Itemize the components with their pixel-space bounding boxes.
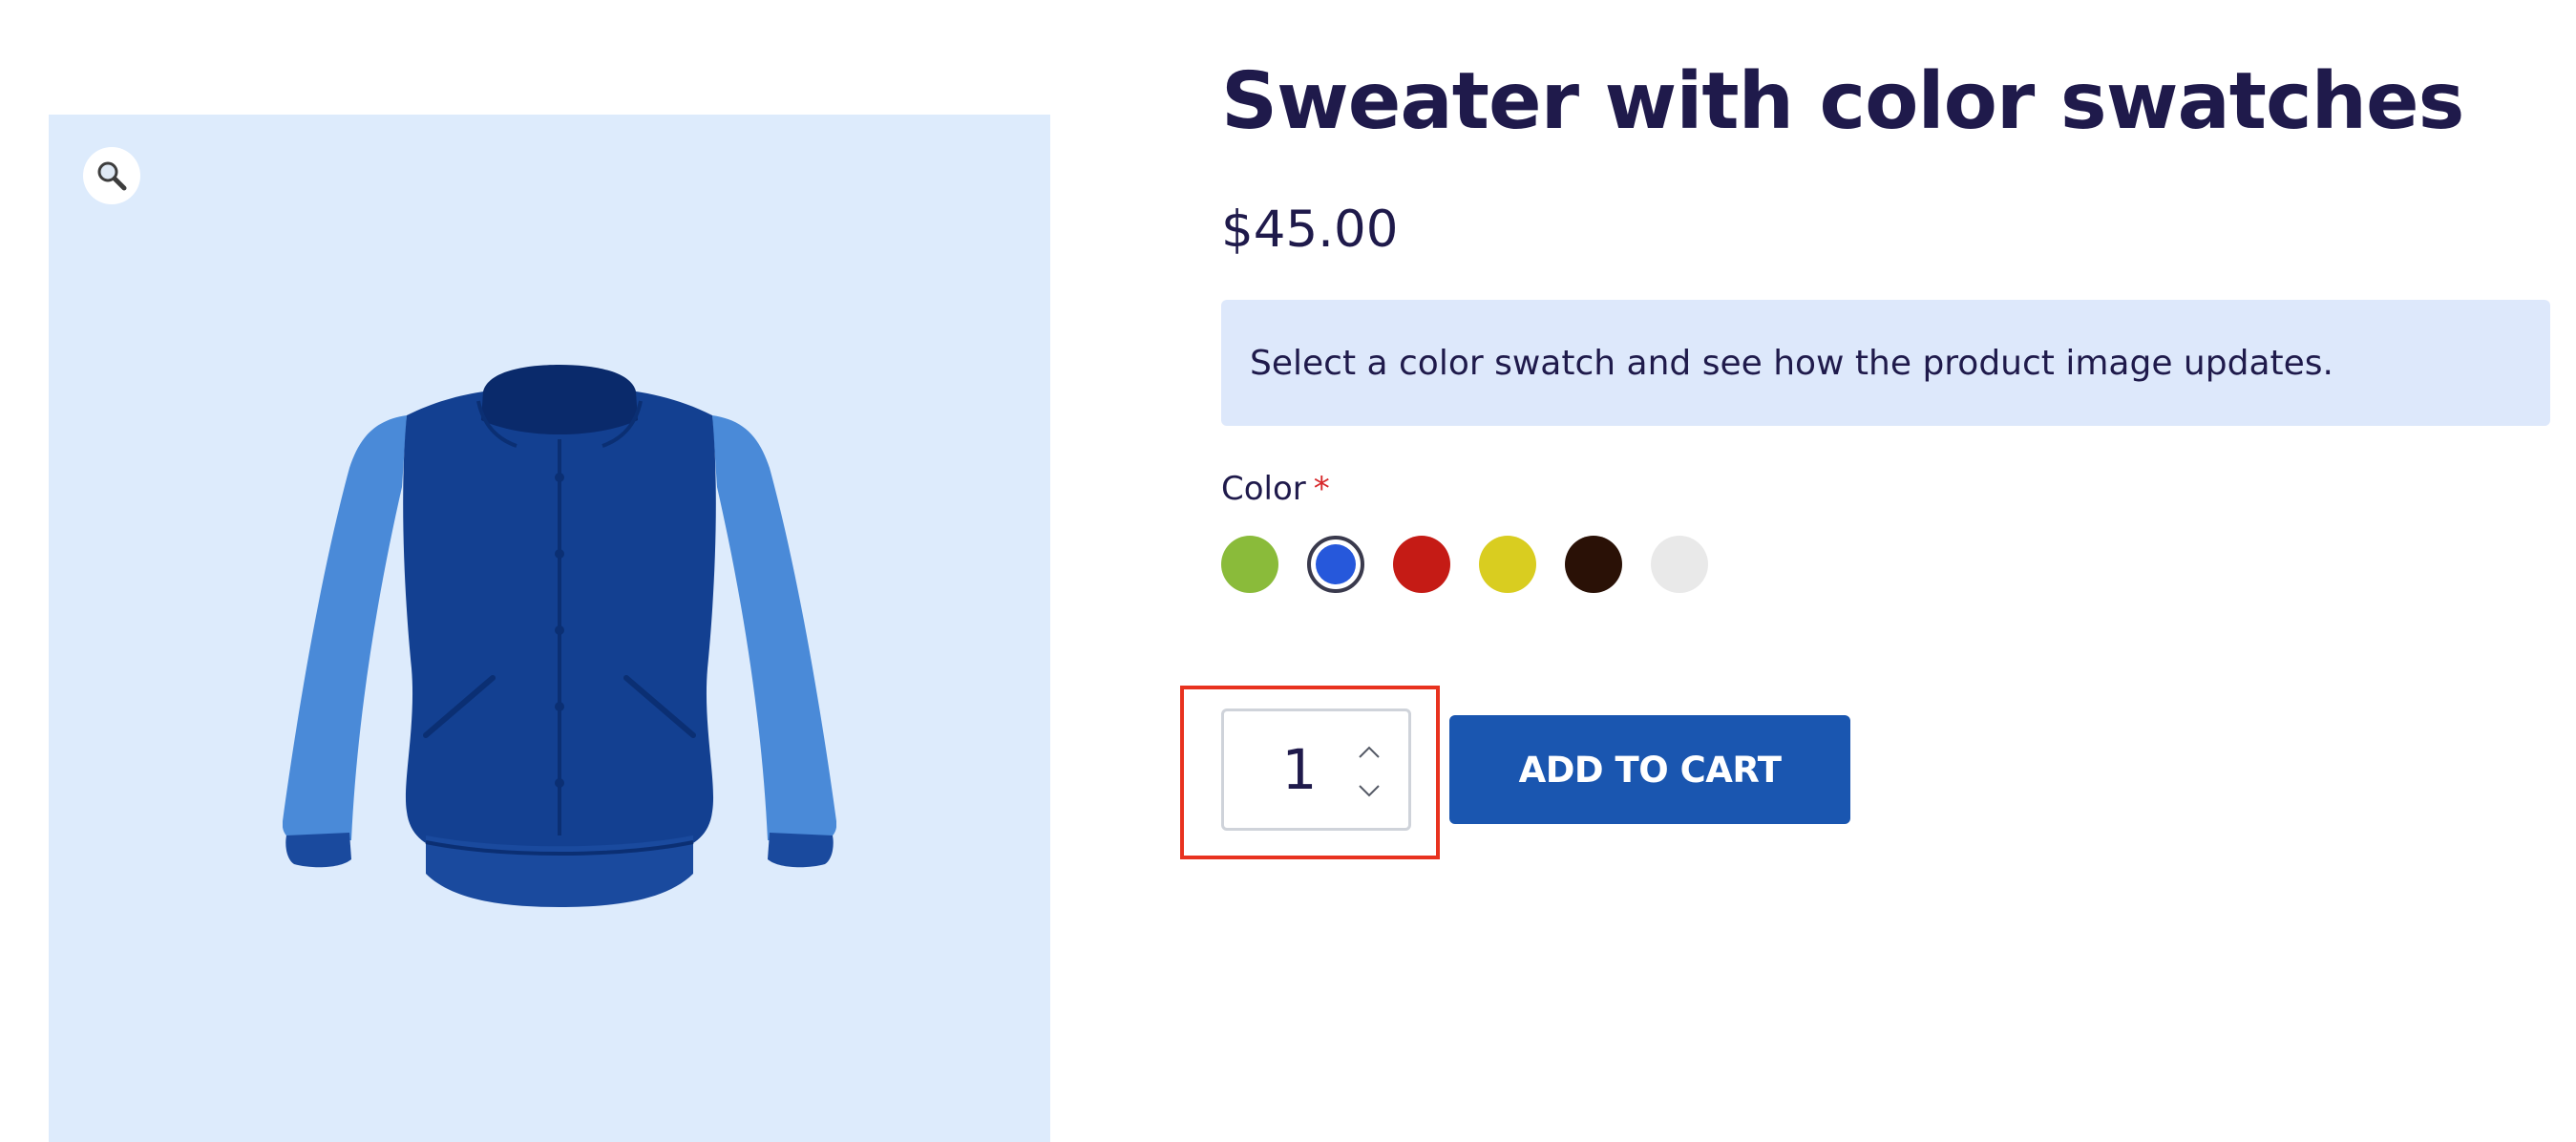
info-notice-text: Select a color swatch and see how the pr…: [1250, 343, 2333, 383]
color-swatch[interactable]: [1307, 536, 1364, 593]
magnifier-icon: [97, 161, 127, 191]
color-swatch[interactable]: [1479, 536, 1536, 593]
chevron-down-icon: [1359, 785, 1380, 797]
info-notice: Select a color swatch and see how the pr…: [1221, 300, 2550, 426]
quantity-increase-button[interactable]: [1356, 742, 1383, 763]
varsity-jacket-image[interactable]: [283, 353, 836, 1003]
quantity-decrease-button[interactable]: [1356, 780, 1383, 801]
zoom-button[interactable]: [83, 147, 140, 204]
color-swatch-fill: [1316, 544, 1356, 584]
product-gallery: [49, 115, 1050, 1142]
color-swatches: [1221, 535, 1737, 594]
product-page: Sweater with color swatches $45.00 Selec…: [0, 0, 2576, 1142]
quantity-stepper[interactable]: 1: [1221, 708, 1411, 831]
product-title: Sweater with color swatches: [1221, 56, 2464, 147]
add-to-cart-button[interactable]: ADD TO CART: [1449, 715, 1850, 824]
product-price: $45.00: [1221, 201, 1399, 259]
color-swatch[interactable]: [1651, 536, 1708, 593]
color-swatch[interactable]: [1565, 536, 1622, 593]
color-label: Color *: [1221, 470, 1330, 508]
color-swatch[interactable]: [1221, 536, 1278, 593]
quantity-input[interactable]: 1: [1266, 711, 1333, 828]
color-swatch[interactable]: [1393, 536, 1450, 593]
color-label-text: Color: [1221, 470, 1306, 508]
required-mark: *: [1313, 470, 1330, 508]
chevron-up-icon: [1359, 746, 1380, 758]
